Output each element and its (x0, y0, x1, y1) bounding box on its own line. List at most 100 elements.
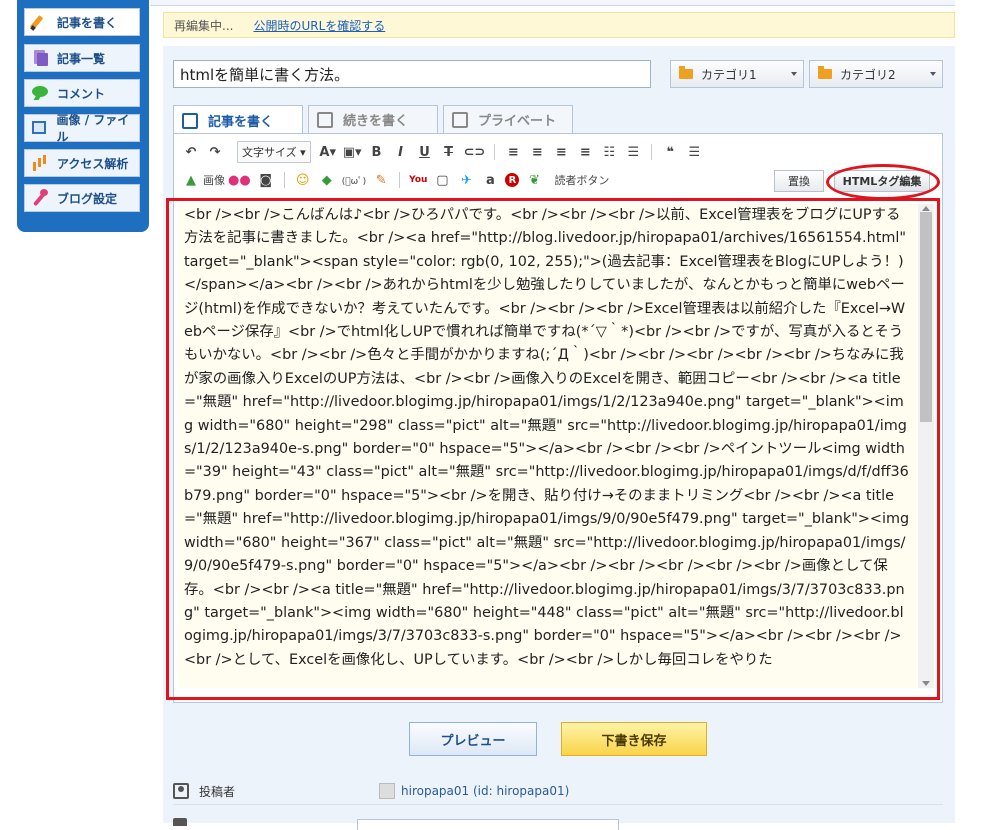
scroll-down-icon[interactable] (922, 681, 930, 686)
image-icon (31, 119, 49, 137)
category2-label: カテゴリ2 (840, 67, 896, 82)
toolbar-row-2: ▲ 画像 ●● ◙ ☺ ◆ (ﾟωﾟ) ✎ You ▢ ✈ a R ❦ 読者ボタ… (174, 164, 942, 200)
sidebar-item-write-article[interactable]: 記事を書く (24, 8, 140, 36)
toolbar-separator (494, 144, 496, 160)
toolbar-separator (283, 172, 285, 188)
main-content: 再編集中... 公開時のURLを確認する カテゴリ1 カテゴリ2 記事を書く 続… (163, 0, 955, 830)
font-size-label: 文字サイズ (242, 146, 297, 159)
align-justify-icon[interactable]: ≡ (576, 142, 594, 162)
bullet-list-icon[interactable]: ☷ (600, 142, 618, 162)
instagram-icon[interactable]: ◙ (257, 170, 275, 190)
bar-chart-icon (31, 154, 49, 172)
code-area: <br /><br />こんばんは♪<br />ひろパパです。<br /><br… (166, 198, 942, 702)
toolbar-separator (399, 172, 401, 188)
underline-icon[interactable]: U (416, 142, 434, 162)
tab-write-article[interactable]: 記事を書く (173, 105, 303, 135)
editor-scrollbar[interactable] (918, 204, 934, 688)
numbered-list-icon[interactable]: ☰ (624, 142, 642, 162)
kaomoji-icon[interactable]: (ﾟωﾟ) (342, 170, 366, 190)
youtube-icon[interactable]: You (409, 170, 427, 190)
preview-button[interactable]: プレビュー (409, 722, 537, 756)
strikethrough-icon[interactable]: T (440, 142, 458, 162)
poster-label: 投稿者 (199, 784, 236, 799)
edit-icon (182, 112, 198, 129)
tab-label: 記事を書く (208, 115, 274, 130)
sidebar-item-label: 画像 / ファイル (56, 113, 130, 144)
horizontal-rule-icon[interactable]: ☰ (685, 142, 703, 162)
poster-value: hiropapa01 (id: hiropapa01) (401, 784, 570, 798)
redo-icon[interactable]: ↷ (206, 142, 224, 162)
reader-button-label[interactable]: 読者ボタン (554, 172, 609, 188)
tag-icon (173, 818, 187, 826)
text-color-icon[interactable]: A▾ (319, 142, 337, 162)
nico-icon[interactable]: ▢ (433, 170, 451, 190)
category2-select[interactable]: カテゴリ2 (809, 60, 943, 88)
background-color-icon[interactable]: ▣▾ (343, 142, 362, 162)
toolbar-separator (651, 144, 653, 160)
image-insert-icon[interactable]: ▲ (182, 170, 200, 190)
undo-icon[interactable]: ↶ (182, 142, 200, 162)
scroll-up-icon[interactable] (922, 206, 930, 211)
amazon-icon[interactable]: a (481, 170, 499, 190)
user-icon (173, 783, 189, 799)
align-right-icon[interactable]: ≡ (552, 142, 570, 162)
chevron-down-icon (930, 72, 936, 76)
article-editor: ↶ ↷ 文字サイズ ▾ A▾ ▣▾ B I U T ⊂⊃ ≡ ≡ ≡ ≡ ☷ ☰ (166, 133, 943, 703)
comment-bubble-icon (31, 84, 49, 102)
toolbar-row-1: ↶ ↷ 文字サイズ ▾ A▾ ▣▾ B I U T ⊂⊃ ≡ ≡ ≡ ≡ ☷ ☰ (174, 138, 942, 166)
sidebar-item-label: 記事を書く (57, 15, 118, 30)
tab-label: 続きを書く (343, 114, 409, 129)
edit-status-bar: 再編集中... 公開時のURLを確認する (163, 12, 955, 38)
sidebar-item-label: 記事一覧 (57, 51, 106, 66)
public-url-link[interactable]: 公開時のURLを確認する (253, 17, 385, 34)
emoji-icon[interactable]: ☺ (294, 170, 312, 190)
flickr-icon[interactable]: ●● (228, 170, 251, 190)
align-left-icon[interactable]: ≡ (504, 142, 522, 162)
sticker-icon[interactable]: ◆ (318, 170, 336, 190)
evernote-icon[interactable]: ❦ (525, 170, 543, 190)
document-icon (31, 49, 49, 67)
rakuten-icon[interactable]: R (505, 173, 520, 187)
poster-row: 投稿者 hiropapa01 (id: hiropapa01) (173, 778, 943, 805)
draft-save-button[interactable]: 下書き保存 (561, 722, 707, 756)
link-icon[interactable]: ⊂⊃ (464, 142, 486, 162)
next-field-input[interactable] (357, 819, 619, 830)
image-label[interactable]: 画像 (203, 172, 225, 188)
twitter-icon[interactable]: ✈ (457, 170, 475, 190)
sidebar-item-images-files[interactable]: 画像 / ファイル (24, 113, 140, 144)
tab-private[interactable]: プライベート (443, 105, 573, 133)
sidebar-item-label: アクセス解析 (57, 156, 129, 171)
blockquote-icon[interactable]: ❝ (661, 142, 679, 162)
title-input[interactable] (173, 60, 651, 88)
sidebar-item-access-analysis[interactable]: アクセス解析 (24, 149, 140, 177)
folder-icon (679, 66, 693, 79)
right-margin (955, 0, 991, 823)
italic-icon[interactable]: I (392, 142, 410, 162)
folder-icon (818, 66, 832, 79)
wrench-icon (31, 189, 49, 207)
align-center-icon[interactable]: ≡ (528, 142, 546, 162)
sidebar: 記事を書く 記事一覧 コメント 画像 / ファイル アクセス解析 ブログ設定 (17, 0, 149, 232)
highlight-ellipse (826, 164, 940, 200)
sidebar-item-comments[interactable]: コメント (24, 79, 140, 107)
pencil-icon (31, 13, 49, 31)
tab-continue-writing[interactable]: 続きを書く (308, 105, 438, 133)
sidebar-item-article-list[interactable]: 記事一覧 (24, 44, 140, 72)
private-doc-icon (452, 111, 468, 128)
sidebar-item-label: ブログ設定 (57, 191, 118, 206)
sidebar-item-label: コメント (57, 86, 106, 101)
html-source-textarea[interactable]: <br /><br />こんばんは♪<br />ひろパパです。<br /><br… (178, 204, 918, 688)
edit-icon (317, 111, 333, 128)
handwriting-icon[interactable]: ✎ (372, 170, 390, 190)
tab-label: プライベート (478, 114, 557, 129)
replace-button[interactable]: 置換 (774, 170, 824, 192)
sidebar-item-blog-settings[interactable]: ブログ設定 (24, 184, 140, 212)
bold-icon[interactable]: B (368, 142, 386, 162)
chevron-down-icon (791, 72, 797, 76)
scrollbar-thumb[interactable] (920, 212, 932, 422)
avatar (379, 783, 395, 799)
category1-select[interactable]: カテゴリ1 (670, 60, 804, 88)
font-size-select[interactable]: 文字サイズ ▾ (237, 141, 311, 163)
edit-status-text: 再編集中... (174, 18, 234, 33)
category1-label: カテゴリ1 (701, 67, 757, 82)
